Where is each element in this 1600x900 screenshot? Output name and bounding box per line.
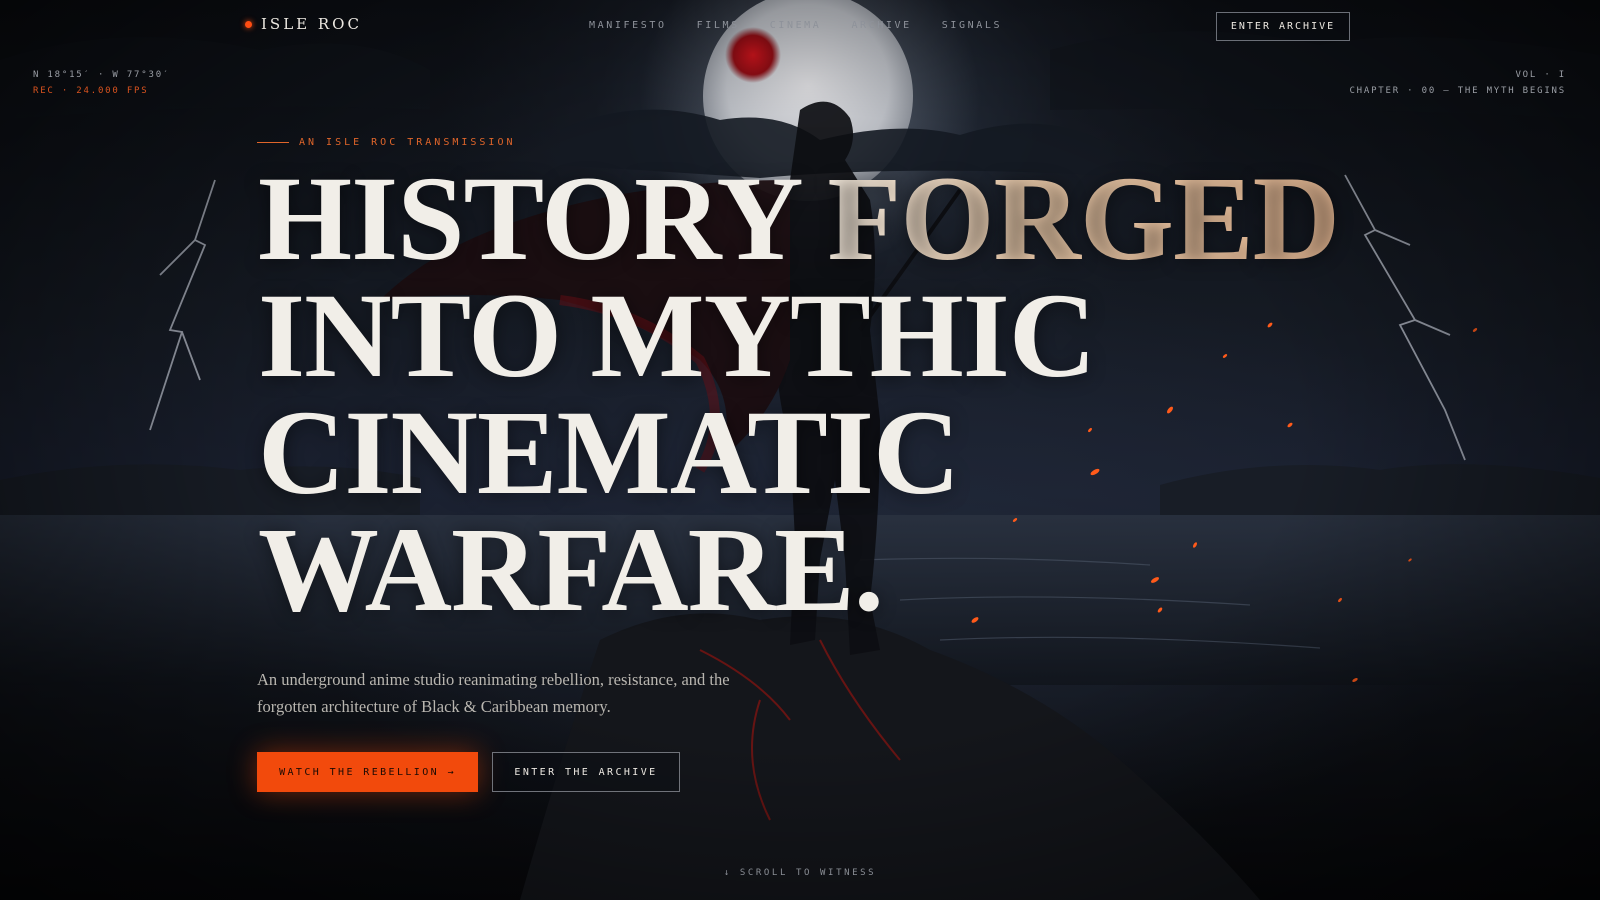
nav-item-cinema[interactable]: CINEMA (770, 20, 822, 31)
volume-text: VOL · I (1515, 70, 1566, 80)
headline-line-1: HISTORY FORGED (258, 159, 1378, 280)
brand-dot-icon (245, 20, 252, 28)
coordinates-readout: N 18°15′ · W 77°30′ REC · 24.000 FPS (33, 67, 170, 99)
enter-the-archive-button[interactable]: ENTER THE ARCHIVE (492, 752, 680, 792)
nav-item-signals[interactable]: SIGNALS (942, 20, 1002, 31)
brand-logo[interactable]: ISLE ROC (245, 15, 362, 33)
hero-subtitle: An underground anime studio reanimating … (257, 670, 730, 716)
headline-line-2: INTO MYTHIC (258, 269, 1096, 403)
nav-item-archive[interactable]: ARCHIVE (851, 20, 911, 31)
eyebrow-rule (257, 142, 289, 143)
chapter-text: CHAPTER · 00 — THE MYTH BEGINS (1349, 86, 1566, 96)
volume-chapter-readout: VOL · I CHAPTER · 00 — THE MYTH BEGINS (1349, 67, 1566, 99)
nav-item-films[interactable]: FILMS (697, 20, 740, 31)
hero-headline: HISTORY FORGED INTO MYTHIC CINEMATIC WAR… (258, 159, 1378, 637)
headline-highlight-word: FORGED (827, 152, 1340, 286)
nav-item-manifesto[interactable]: MANIFESTO (589, 20, 667, 31)
eyebrow-text: AN ISLE ROC TRANSMISSION (299, 137, 516, 148)
headline-line-3: CINEMATIC (258, 386, 960, 520)
scroll-hint[interactable]: ↓ SCROLL TO WITNESS (0, 868, 1600, 878)
brand-name: ISLE ROC (261, 15, 362, 33)
hero-eyebrow: AN ISLE ROC TRANSMISSION (257, 137, 516, 148)
headline-line-4: WARFARE. (258, 503, 884, 637)
watch-rebellion-button[interactable]: WATCH THE REBELLION → (257, 752, 478, 792)
enter-archive-button[interactable]: ENTER ARCHIVE (1216, 12, 1350, 41)
headline-line-1-text: HISTORY (258, 152, 828, 286)
main-nav: MANIFESTO FILMS CINEMA ARCHIVE SIGNALS (589, 20, 1002, 31)
coordinates-text: N 18°15′ · W 77°30′ (33, 70, 171, 80)
rec-fps-text: REC · 24.000 FPS (33, 86, 149, 96)
